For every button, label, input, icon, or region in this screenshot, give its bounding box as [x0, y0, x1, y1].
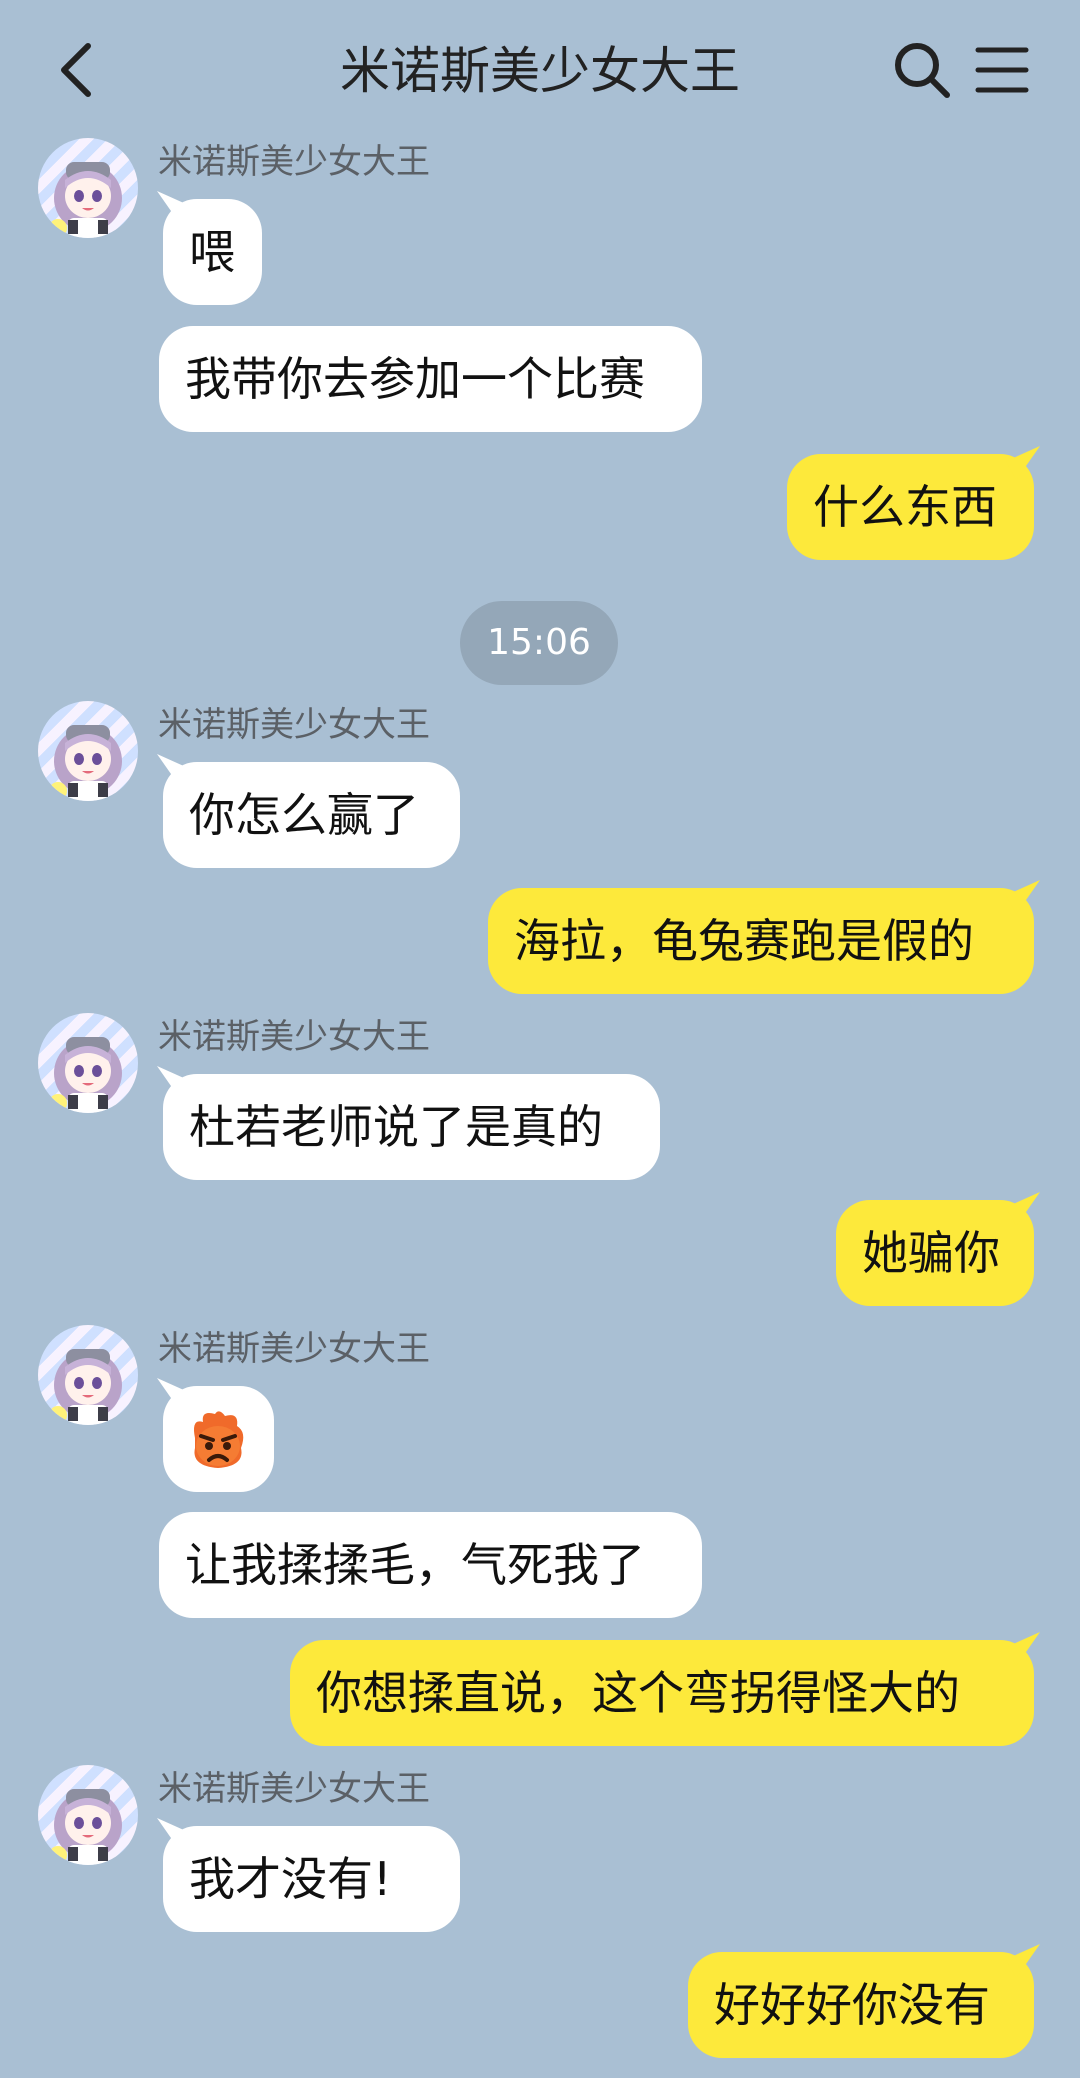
sender-name: 米诺斯美少女大王	[158, 1769, 430, 1809]
message-bubble[interactable]: 喂	[163, 199, 262, 305]
sender-name: 米诺斯美少女大王	[158, 1329, 430, 1369]
menu-button[interactable]	[975, 44, 1029, 96]
emoji-message-bubble[interactable]	[163, 1386, 274, 1492]
message-bubble[interactable]: 你怎么赢了	[163, 762, 460, 868]
message-text: 让我揉揉毛，气死我了	[185, 1538, 645, 1592]
message-text: 杜若老师说了是真的	[189, 1100, 603, 1154]
message-text: 海拉，龟兔赛跑是假的	[514, 914, 974, 968]
menu-icon	[975, 47, 1029, 93]
angry-face-emoji-icon	[194, 1411, 244, 1468]
my-message-bubble[interactable]: 好好好你没有	[688, 1952, 1034, 2058]
message-text: 你想揉直说，这个弯拐得怪大的	[316, 1666, 960, 1720]
chat-screen: 米诺斯美少女大王 米诺斯美少女大王 喂 我带你去参加一个比赛 什么东西 15:0…	[0, 0, 1080, 2078]
anime-girl-avatar-icon	[49, 1037, 122, 1113]
chat-header: 米诺斯美少女大王	[0, 0, 1080, 140]
message-bubble[interactable]: 我带你去参加一个比赛	[159, 326, 702, 432]
anime-girl-avatar-icon	[49, 725, 122, 801]
message-text: 什么东西	[813, 480, 997, 534]
contact-avatar[interactable]	[38, 1765, 138, 1865]
my-message-bubble[interactable]: 海拉，龟兔赛跑是假的	[488, 888, 1034, 994]
sender-name: 米诺斯美少女大王	[158, 1017, 430, 1057]
message-text: 好好好你没有	[714, 1978, 990, 2032]
sender-name: 米诺斯美少女大王	[158, 705, 430, 745]
anime-girl-avatar-icon	[49, 1789, 122, 1865]
my-message-bubble[interactable]: 她骗你	[836, 1200, 1034, 1306]
anime-girl-avatar-icon	[49, 1349, 122, 1425]
contact-avatar[interactable]	[38, 701, 138, 801]
chat-title: 米诺斯美少女大王	[340, 42, 740, 100]
timestamp-pill: 15:06	[460, 601, 618, 685]
message-text: 喂	[189, 225, 235, 279]
my-message-bubble[interactable]: 你想揉直说，这个弯拐得怪大的	[290, 1640, 1034, 1746]
contact-avatar[interactable]	[38, 1325, 138, 1425]
contact-avatar[interactable]	[38, 1013, 138, 1113]
message-text: 你怎么赢了	[189, 788, 419, 842]
message-text: 我带你去参加一个比赛	[185, 352, 645, 406]
contact-avatar[interactable]	[38, 138, 138, 238]
search-icon	[895, 43, 950, 98]
message-bubble[interactable]: 让我揉揉毛，气死我了	[159, 1512, 702, 1618]
back-button[interactable]	[52, 38, 102, 102]
anime-girl-avatar-icon	[49, 162, 122, 238]
message-bubble[interactable]: 我才没有!	[163, 1826, 460, 1932]
my-message-bubble[interactable]: 什么东西	[787, 454, 1034, 560]
message-text: 她骗你	[862, 1226, 1000, 1280]
sender-name: 米诺斯美少女大王	[158, 142, 430, 182]
message-bubble[interactable]: 杜若老师说了是真的	[163, 1074, 660, 1180]
message-text: 我才没有!	[189, 1852, 392, 1906]
search-button[interactable]	[892, 40, 952, 100]
chevron-left-icon	[61, 43, 91, 97]
